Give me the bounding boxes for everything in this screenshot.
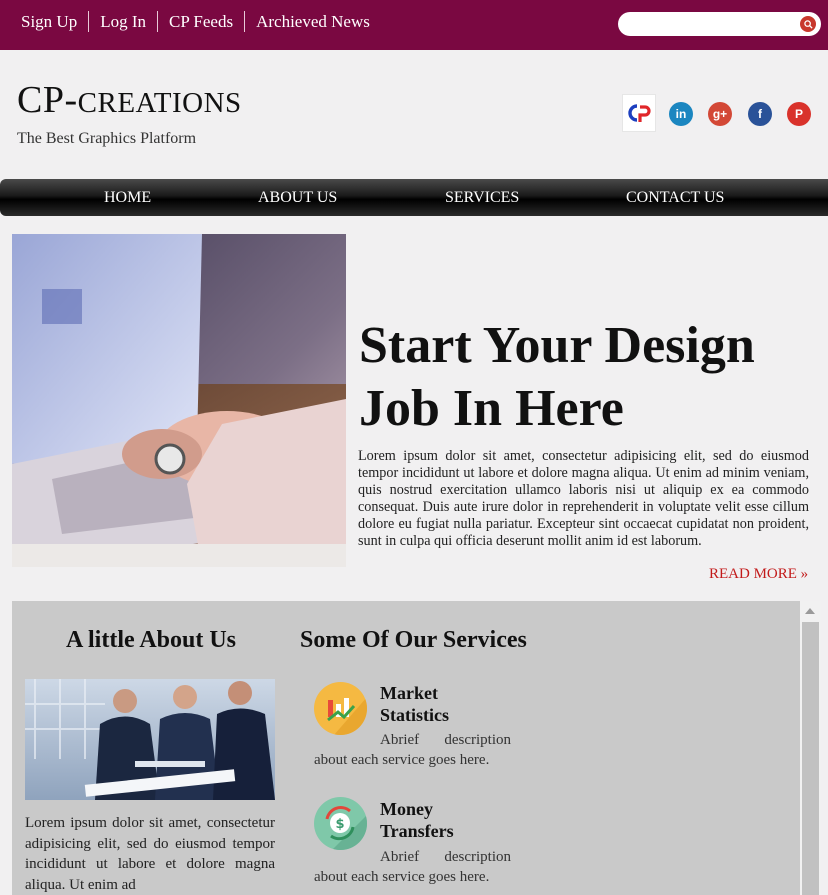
money-transfer-icon: $	[314, 797, 367, 850]
nav-contact-us[interactable]: CONTACT US	[626, 188, 724, 207]
archieved-news-link[interactable]: Archieved News	[244, 11, 381, 32]
hero-title: Start Your Design Job In Here	[359, 317, 755, 437]
service-desc-market-statistics: Abrief description about each service go…	[314, 732, 511, 768]
main-nav: HOME ABOUT US SERVICES CONTACT US	[0, 179, 828, 216]
logo-name: Creations	[77, 87, 242, 119]
about-team-image	[25, 679, 275, 800]
svg-text:$: $	[335, 817, 344, 832]
nav-about-us[interactable]: ABOUT US	[258, 188, 337, 207]
about-heading: A little About Us	[66, 627, 237, 653]
account-links: Sign Up Log In CP Feeds Archieved News	[10, 11, 381, 32]
sign-up-link[interactable]: Sign Up	[10, 11, 88, 32]
read-more-link[interactable]: READ MORE »	[709, 566, 808, 583]
pinterest-icon[interactable]: P	[787, 102, 811, 126]
nav-home[interactable]: HOME	[104, 188, 151, 207]
cp-creations-badge-icon[interactable]	[622, 94, 656, 132]
cp-feeds-link[interactable]: CP Feeds	[157, 11, 244, 32]
hero-text: Lorem ipsum dolor sit amet, consectetur …	[358, 448, 809, 549]
service-title-money-transfers: Money Transfers	[380, 799, 454, 841]
search-input[interactable]	[628, 15, 796, 33]
search-box	[618, 12, 821, 36]
google-plus-icon[interactable]: g+	[708, 102, 732, 126]
search-icon[interactable]	[800, 16, 816, 32]
service-title-market-statistics: Market Statistics	[380, 683, 449, 725]
scroll-up-arrow-icon[interactable]	[805, 608, 815, 614]
logo-prefix: CP-	[17, 79, 78, 121]
service-desc-money-transfers: Abrief description about each service go…	[314, 849, 511, 885]
site-logo[interactable]: CP-Creations	[17, 78, 242, 125]
scrollbar-thumb[interactable]	[802, 622, 819, 895]
market-statistics-icon	[314, 682, 367, 735]
services-heading: Some Of Our Services	[300, 627, 527, 653]
top-bar: Sign Up Log In CP Feeds Archieved News	[0, 0, 828, 50]
log-in-link[interactable]: Log In	[88, 11, 157, 32]
facebook-icon[interactable]: f	[748, 102, 772, 126]
hero-laptop-image	[12, 234, 346, 567]
site-tagline: The Best Graphics Platform	[17, 130, 197, 147]
linkedin-icon[interactable]: in	[669, 102, 693, 126]
nav-services[interactable]: SERVICES	[445, 188, 519, 207]
about-text: Lorem ipsum dolor sit amet, consectetur …	[25, 815, 275, 893]
